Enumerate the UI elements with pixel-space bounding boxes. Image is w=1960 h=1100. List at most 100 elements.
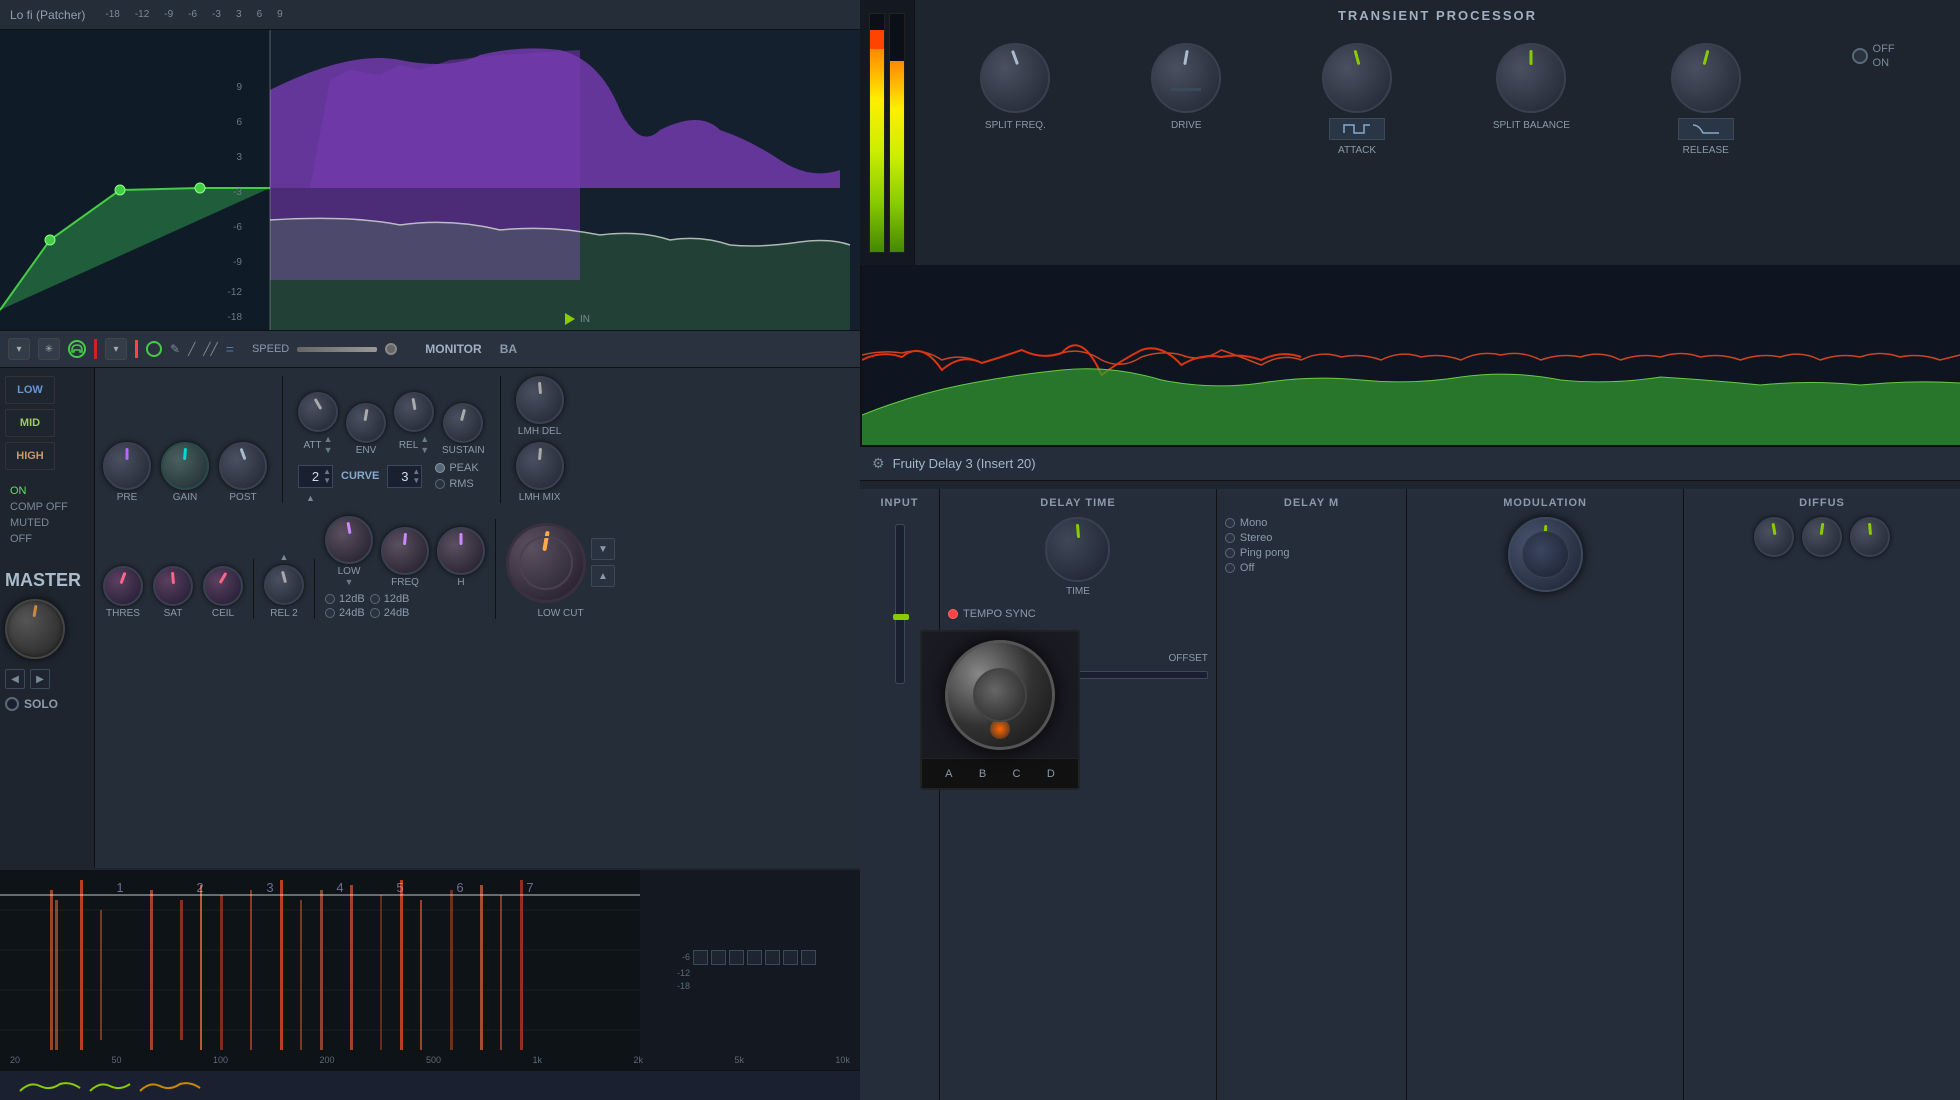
release-knob[interactable]	[1671, 43, 1741, 113]
sq-6[interactable]	[783, 950, 798, 965]
band-high-btn[interactable]: HIGH	[5, 442, 55, 470]
time-label: TIME	[1066, 586, 1090, 597]
diff-knob-2[interactable]	[1802, 517, 1842, 557]
low-arrows[interactable]: ▼	[345, 577, 354, 588]
low-cut-arrows: ▼ ▲	[591, 538, 615, 587]
input-slider-thumb	[893, 614, 909, 620]
low-24db[interactable]: 24dB	[325, 607, 365, 619]
lmh-del-knob[interactable]	[516, 376, 564, 424]
split-balance-group: SPLIT BALANCE	[1493, 43, 1570, 131]
high-24db[interactable]: 24dB	[370, 607, 410, 619]
pre-knob[interactable]	[103, 442, 151, 490]
equals-btn[interactable]: =	[226, 341, 234, 357]
stereo-radio[interactable]	[1225, 533, 1235, 543]
off-radio[interactable]	[1225, 563, 1235, 573]
rms-radio[interactable]	[435, 479, 445, 489]
big-knob[interactable]	[945, 640, 1055, 750]
post-knob[interactable]	[219, 442, 267, 490]
ping-pong-radio[interactable]	[1225, 548, 1235, 558]
slash-btn[interactable]: ╱	[188, 342, 195, 356]
rel-arrows[interactable]: ▲▼	[420, 434, 429, 456]
sq-5[interactable]	[765, 950, 780, 965]
low-cut-knob[interactable]	[506, 523, 586, 603]
curve-up[interactable]: ▲	[412, 467, 420, 476]
diff-knob-3[interactable]	[1850, 517, 1890, 557]
speed-knob[interactable]	[385, 343, 397, 355]
off-on-circle[interactable]	[1852, 48, 1868, 64]
label-d[interactable]: D	[1047, 768, 1055, 780]
tempo-sync-radio[interactable]	[948, 609, 958, 619]
low-24db-radio[interactable]	[325, 608, 335, 618]
rel-knob[interactable]	[394, 392, 434, 432]
band-low-btn[interactable]: LOW	[5, 376, 55, 404]
sq-1[interactable]	[693, 950, 708, 965]
low-cut-down-btn[interactable]: ▼	[591, 538, 615, 560]
sq-4[interactable]	[747, 950, 762, 965]
peak-radio[interactable]	[435, 463, 445, 473]
pencil-btn[interactable]: ✎	[170, 342, 180, 356]
freq-knob[interactable]	[381, 527, 429, 575]
master-knob[interactable]	[5, 599, 65, 659]
snowflake-btn[interactable]: ✳	[38, 338, 60, 360]
split-freq-knob[interactable]	[980, 43, 1050, 113]
lmh-mix-knob[interactable]	[516, 442, 564, 490]
attack-knob[interactable]	[1322, 43, 1392, 113]
headphone-btn[interactable]	[68, 340, 86, 358]
mode-mono[interactable]: Mono	[1225, 517, 1398, 529]
double-slash-btn[interactable]: ╱╱	[203, 342, 217, 356]
attack-wave-btn[interactable]	[1329, 118, 1385, 140]
svg-text:1: 1	[116, 880, 123, 895]
ceil-knob[interactable]	[203, 566, 243, 606]
mod-knob[interactable]	[1508, 517, 1583, 592]
split-balance-label: SPLIT BALANCE	[1493, 120, 1570, 131]
sq-7[interactable]	[801, 950, 816, 965]
mode-ping-pong[interactable]: Ping pong	[1225, 547, 1398, 559]
rel2-knob[interactable]	[264, 565, 304, 605]
speed-slider[interactable]	[297, 347, 377, 352]
drive-knob[interactable]	[1151, 43, 1221, 113]
peak-option[interactable]: PEAK	[435, 462, 478, 474]
band-mid-btn[interactable]: MID	[5, 409, 55, 437]
gain-knob[interactable]	[161, 442, 209, 490]
label-a[interactable]: A	[945, 768, 952, 780]
speed-label: SPEED	[252, 343, 289, 355]
low-12db-radio[interactable]	[325, 594, 335, 604]
thres-knob[interactable]	[103, 566, 143, 606]
tempo-sync-row[interactable]: TEMPO SYNC	[948, 608, 1208, 620]
split-balance-knob[interactable]	[1496, 43, 1566, 113]
sq-2[interactable]	[711, 950, 726, 965]
low-knob[interactable]	[325, 516, 373, 564]
att-down[interactable]: ▼	[323, 476, 331, 485]
time-knob[interactable]	[1045, 517, 1110, 582]
dropdown2-btn[interactable]: ▾	[105, 338, 127, 360]
sustain-knob[interactable]	[443, 403, 483, 443]
curve-down[interactable]: ▼	[412, 476, 420, 485]
sat-knob[interactable]	[153, 566, 193, 606]
next-btn[interactable]: ▶	[30, 669, 50, 689]
prev-btn[interactable]: ◀	[5, 669, 25, 689]
att-knob[interactable]	[298, 392, 338, 432]
sq-3[interactable]	[729, 950, 744, 965]
mode-off[interactable]: Off	[1225, 562, 1398, 574]
record-btn[interactable]	[146, 341, 162, 357]
play-button[interactable]	[565, 313, 575, 325]
high-12db[interactable]: 12dB	[370, 593, 410, 605]
env-knob[interactable]	[346, 403, 386, 443]
mono-radio[interactable]	[1225, 518, 1235, 528]
rms-option[interactable]: RMS	[435, 478, 478, 490]
input-slider[interactable]	[895, 524, 905, 684]
dropdown-btn[interactable]: ▾	[8, 338, 30, 360]
h-knob[interactable]	[437, 527, 485, 575]
diff-knob-1[interactable]	[1754, 517, 1794, 557]
att-arrows[interactable]: ▲▼	[324, 434, 333, 456]
low-12db[interactable]: 12dB	[325, 593, 365, 605]
high-12db-radio[interactable]	[370, 594, 380, 604]
mode-stereo[interactable]: Stereo	[1225, 532, 1398, 544]
low-cut-up-btn[interactable]: ▲	[591, 565, 615, 587]
release-wave-btn[interactable]	[1678, 118, 1734, 140]
label-b[interactable]: B	[979, 768, 986, 780]
off-on-toggle[interactable]: OFF ON	[1852, 43, 1895, 69]
att-up[interactable]: ▲	[323, 467, 331, 476]
label-c[interactable]: C	[1013, 768, 1021, 780]
high-24db-radio[interactable]	[370, 608, 380, 618]
